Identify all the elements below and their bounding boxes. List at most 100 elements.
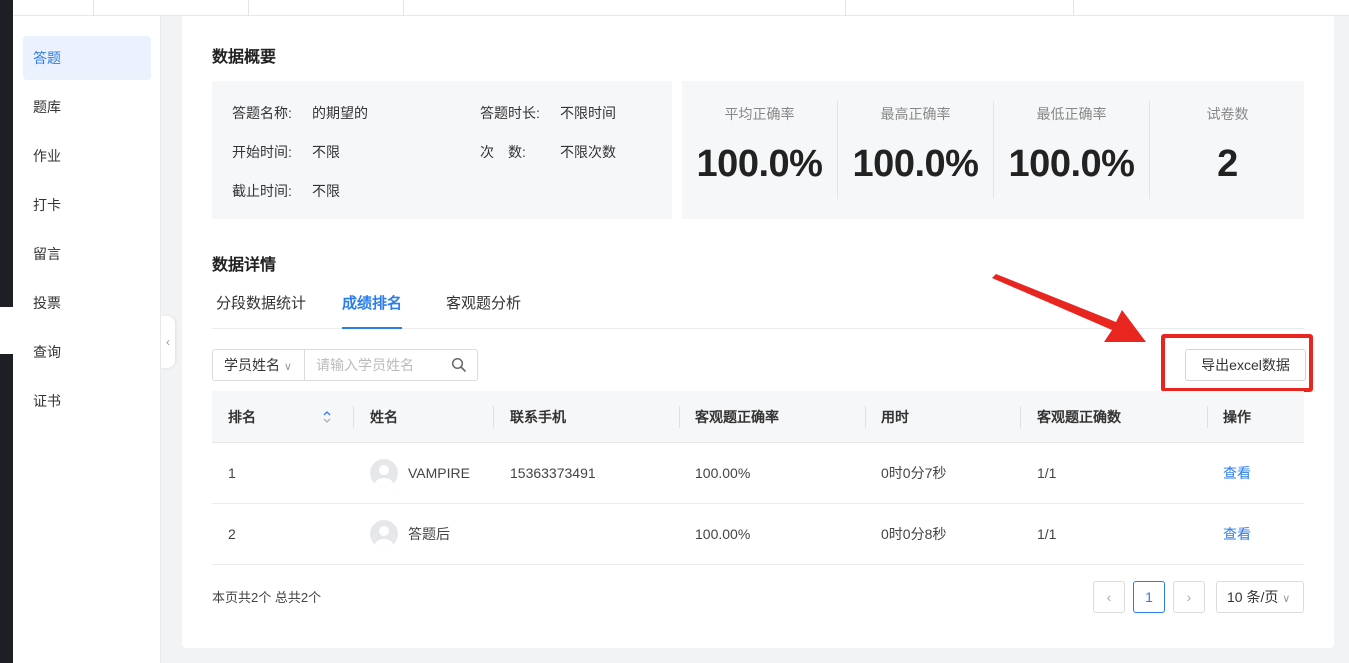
column-header-phone: 联系手机 — [510, 409, 566, 425]
cell-objective-correct: 1/1 — [1037, 526, 1057, 542]
column-header-name: 姓名 — [370, 409, 398, 425]
info-start-value: 不限 — [312, 144, 340, 160]
info-duration-value: 不限时间 — [560, 105, 616, 121]
chevron-left-icon: ‹ — [166, 335, 170, 349]
cell-name: VAMPIRE — [408, 465, 470, 481]
cell-time: 0时0分7秒 — [881, 465, 947, 481]
stat-label: 试卷数 — [1206, 106, 1249, 122]
column-divider — [1020, 406, 1021, 428]
avatar — [370, 459, 398, 487]
next-page-button[interactable]: › — [1173, 581, 1205, 613]
page-size-select[interactable]: 10 条/页 ∨ — [1216, 581, 1304, 613]
tab-score-ranking[interactable]: 成绩排名 — [342, 292, 403, 329]
prev-page-button[interactable]: ‹ — [1093, 581, 1125, 613]
table-row: 1 VAMPIRE 15363373491 100.00% 0时0分7秒 1/1… — [212, 443, 1304, 504]
info-name-value: 的期望的 — [312, 105, 368, 121]
top-tab-separator — [403, 0, 404, 16]
left-rail-gap — [0, 307, 13, 354]
stat-label: 最低正确率 — [1036, 106, 1107, 122]
info-start: 开始时间: 不限 — [232, 142, 340, 162]
tab-objective-analysis[interactable]: 客观题分析 — [446, 292, 521, 329]
annotation-arrow-icon — [992, 274, 1146, 342]
chevron-down-icon: ∨ — [1282, 593, 1291, 605]
sort-icon[interactable] — [322, 407, 332, 427]
cell-rank: 1 — [228, 465, 236, 481]
column-header-objective-correct: 客观题正确数 — [1037, 409, 1121, 425]
cell-objective-rate: 100.00% — [695, 526, 751, 542]
info-count-value: 不限次数 — [560, 144, 616, 160]
view-link[interactable]: 查看 — [1223, 504, 1251, 565]
info-end-label: 截止时间: — [232, 183, 292, 199]
column-divider — [865, 406, 866, 428]
details-title: 数据详情 — [212, 257, 277, 274]
search-field-select[interactable]: 学员姓名 ∨ — [213, 350, 305, 380]
column-divider — [353, 406, 354, 428]
search-input[interactable] — [306, 350, 444, 380]
cell-objective-rate: 100.00% — [695, 465, 751, 481]
stat-value: 100.0% — [852, 143, 979, 185]
search-field-select-value: 学员姓名 — [224, 357, 280, 373]
top-tab-separator — [845, 0, 846, 16]
info-name: 答题名称: 的期望的 — [232, 103, 368, 123]
stat-value: 2 — [1217, 143, 1238, 185]
chevron-down-icon: ∨ — [283, 361, 292, 373]
sidebar-item-homework[interactable]: 作业 — [23, 134, 151, 178]
table-header: 排名 姓名 联系手机 客观题正确率 用时 客观题正确数 操作 — [212, 391, 1304, 443]
column-header-objective-rate: 客观题正确率 — [695, 409, 779, 425]
stat-lowest-rate: 最低正确率 100.0% — [994, 81, 1149, 219]
stat-label: 最高正确率 — [880, 106, 951, 122]
sidebar: 答题 题库 作业 打卡 留言 投票 查询 证书 — [13, 16, 161, 663]
top-tab-separator — [248, 0, 249, 16]
view-link[interactable]: 查看 — [1223, 443, 1251, 504]
cell-objective-correct: 1/1 — [1037, 465, 1057, 481]
column-header-rank[interactable]: 排名 — [228, 391, 256, 443]
info-count-label: 次 数: — [480, 144, 526, 160]
info-name-label: 答题名称: — [232, 105, 292, 121]
sidebar-item-query[interactable]: 查询 — [23, 330, 151, 374]
stat-highest-rate: 最高正确率 100.0% — [838, 81, 993, 219]
sidebar-collapse-handle[interactable]: ‹ — [161, 316, 175, 368]
main-card: 数据概要 答题名称: 的期望的 答题时长: 不限时间 开始时间: 不限 次 数: 不限次… — [182, 16, 1334, 648]
overview-title: 数据概要 — [212, 49, 277, 66]
page-summary: 本页共2个 总共2个 — [212, 590, 322, 605]
avatar — [370, 520, 398, 548]
sidebar-item-message[interactable]: 留言 — [23, 232, 151, 276]
chevron-right-icon: › — [1186, 589, 1192, 605]
sidebar-item-certificate[interactable]: 证书 — [23, 379, 151, 423]
top-tab-strip — [13, 0, 1349, 16]
user-avatar-icon — [375, 465, 393, 487]
column-divider — [679, 406, 680, 428]
chevron-left-icon: ‹ — [1106, 589, 1112, 605]
stat-value: 100.0% — [696, 143, 823, 185]
sidebar-item-question-bank[interactable]: 题库 — [23, 85, 151, 129]
sidebar-item-answer[interactable]: 答题 — [23, 36, 151, 80]
stat-average-rate: 平均正确率 100.0% — [682, 81, 837, 219]
column-header-time: 用时 — [881, 409, 909, 425]
search-bar: 学员姓名 ∨ — [212, 349, 478, 381]
info-duration-label: 答题时长: — [480, 105, 540, 121]
sidebar-item-vote[interactable]: 投票 — [23, 281, 151, 325]
overview-stats-box: 平均正确率 100.0% 最高正确率 100.0% 最低正确率 100.0% 试… — [682, 81, 1304, 219]
info-end-value: 不限 — [312, 183, 340, 199]
top-tab-separator — [93, 0, 94, 16]
info-duration: 答题时长: 不限时间 — [480, 103, 616, 123]
export-excel-button[interactable]: 导出excel数据 — [1185, 349, 1306, 381]
cell-rank: 2 — [228, 526, 236, 542]
table-row: 2 答题后 100.00% 0时0分8秒 1/1 查看 — [212, 504, 1304, 565]
page-size-value: 10 条/页 — [1227, 589, 1279, 605]
stat-paper-count: 试卷数 2 — [1150, 81, 1305, 219]
page-button-current[interactable]: 1 — [1133, 581, 1165, 613]
sidebar-item-checkin[interactable]: 打卡 — [23, 183, 151, 227]
stat-label: 平均正确率 — [724, 106, 795, 122]
user-avatar-icon — [375, 526, 393, 548]
tab-segment-stats[interactable]: 分段数据统计 — [216, 292, 306, 329]
info-count: 次 数: 不限次数 — [480, 142, 616, 162]
cell-name: 答题后 — [408, 526, 450, 542]
info-start-label: 开始时间: — [232, 144, 292, 160]
top-tab-separator — [1073, 0, 1074, 16]
search-icon[interactable] — [451, 357, 467, 373]
column-divider — [1207, 406, 1208, 428]
info-end: 截止时间: 不限 — [232, 181, 340, 201]
overview-info-box: 答题名称: 的期望的 答题时长: 不限时间 开始时间: 不限 次 数: 不限次数 截止时… — [212, 81, 672, 219]
stat-value: 100.0% — [1008, 143, 1135, 185]
